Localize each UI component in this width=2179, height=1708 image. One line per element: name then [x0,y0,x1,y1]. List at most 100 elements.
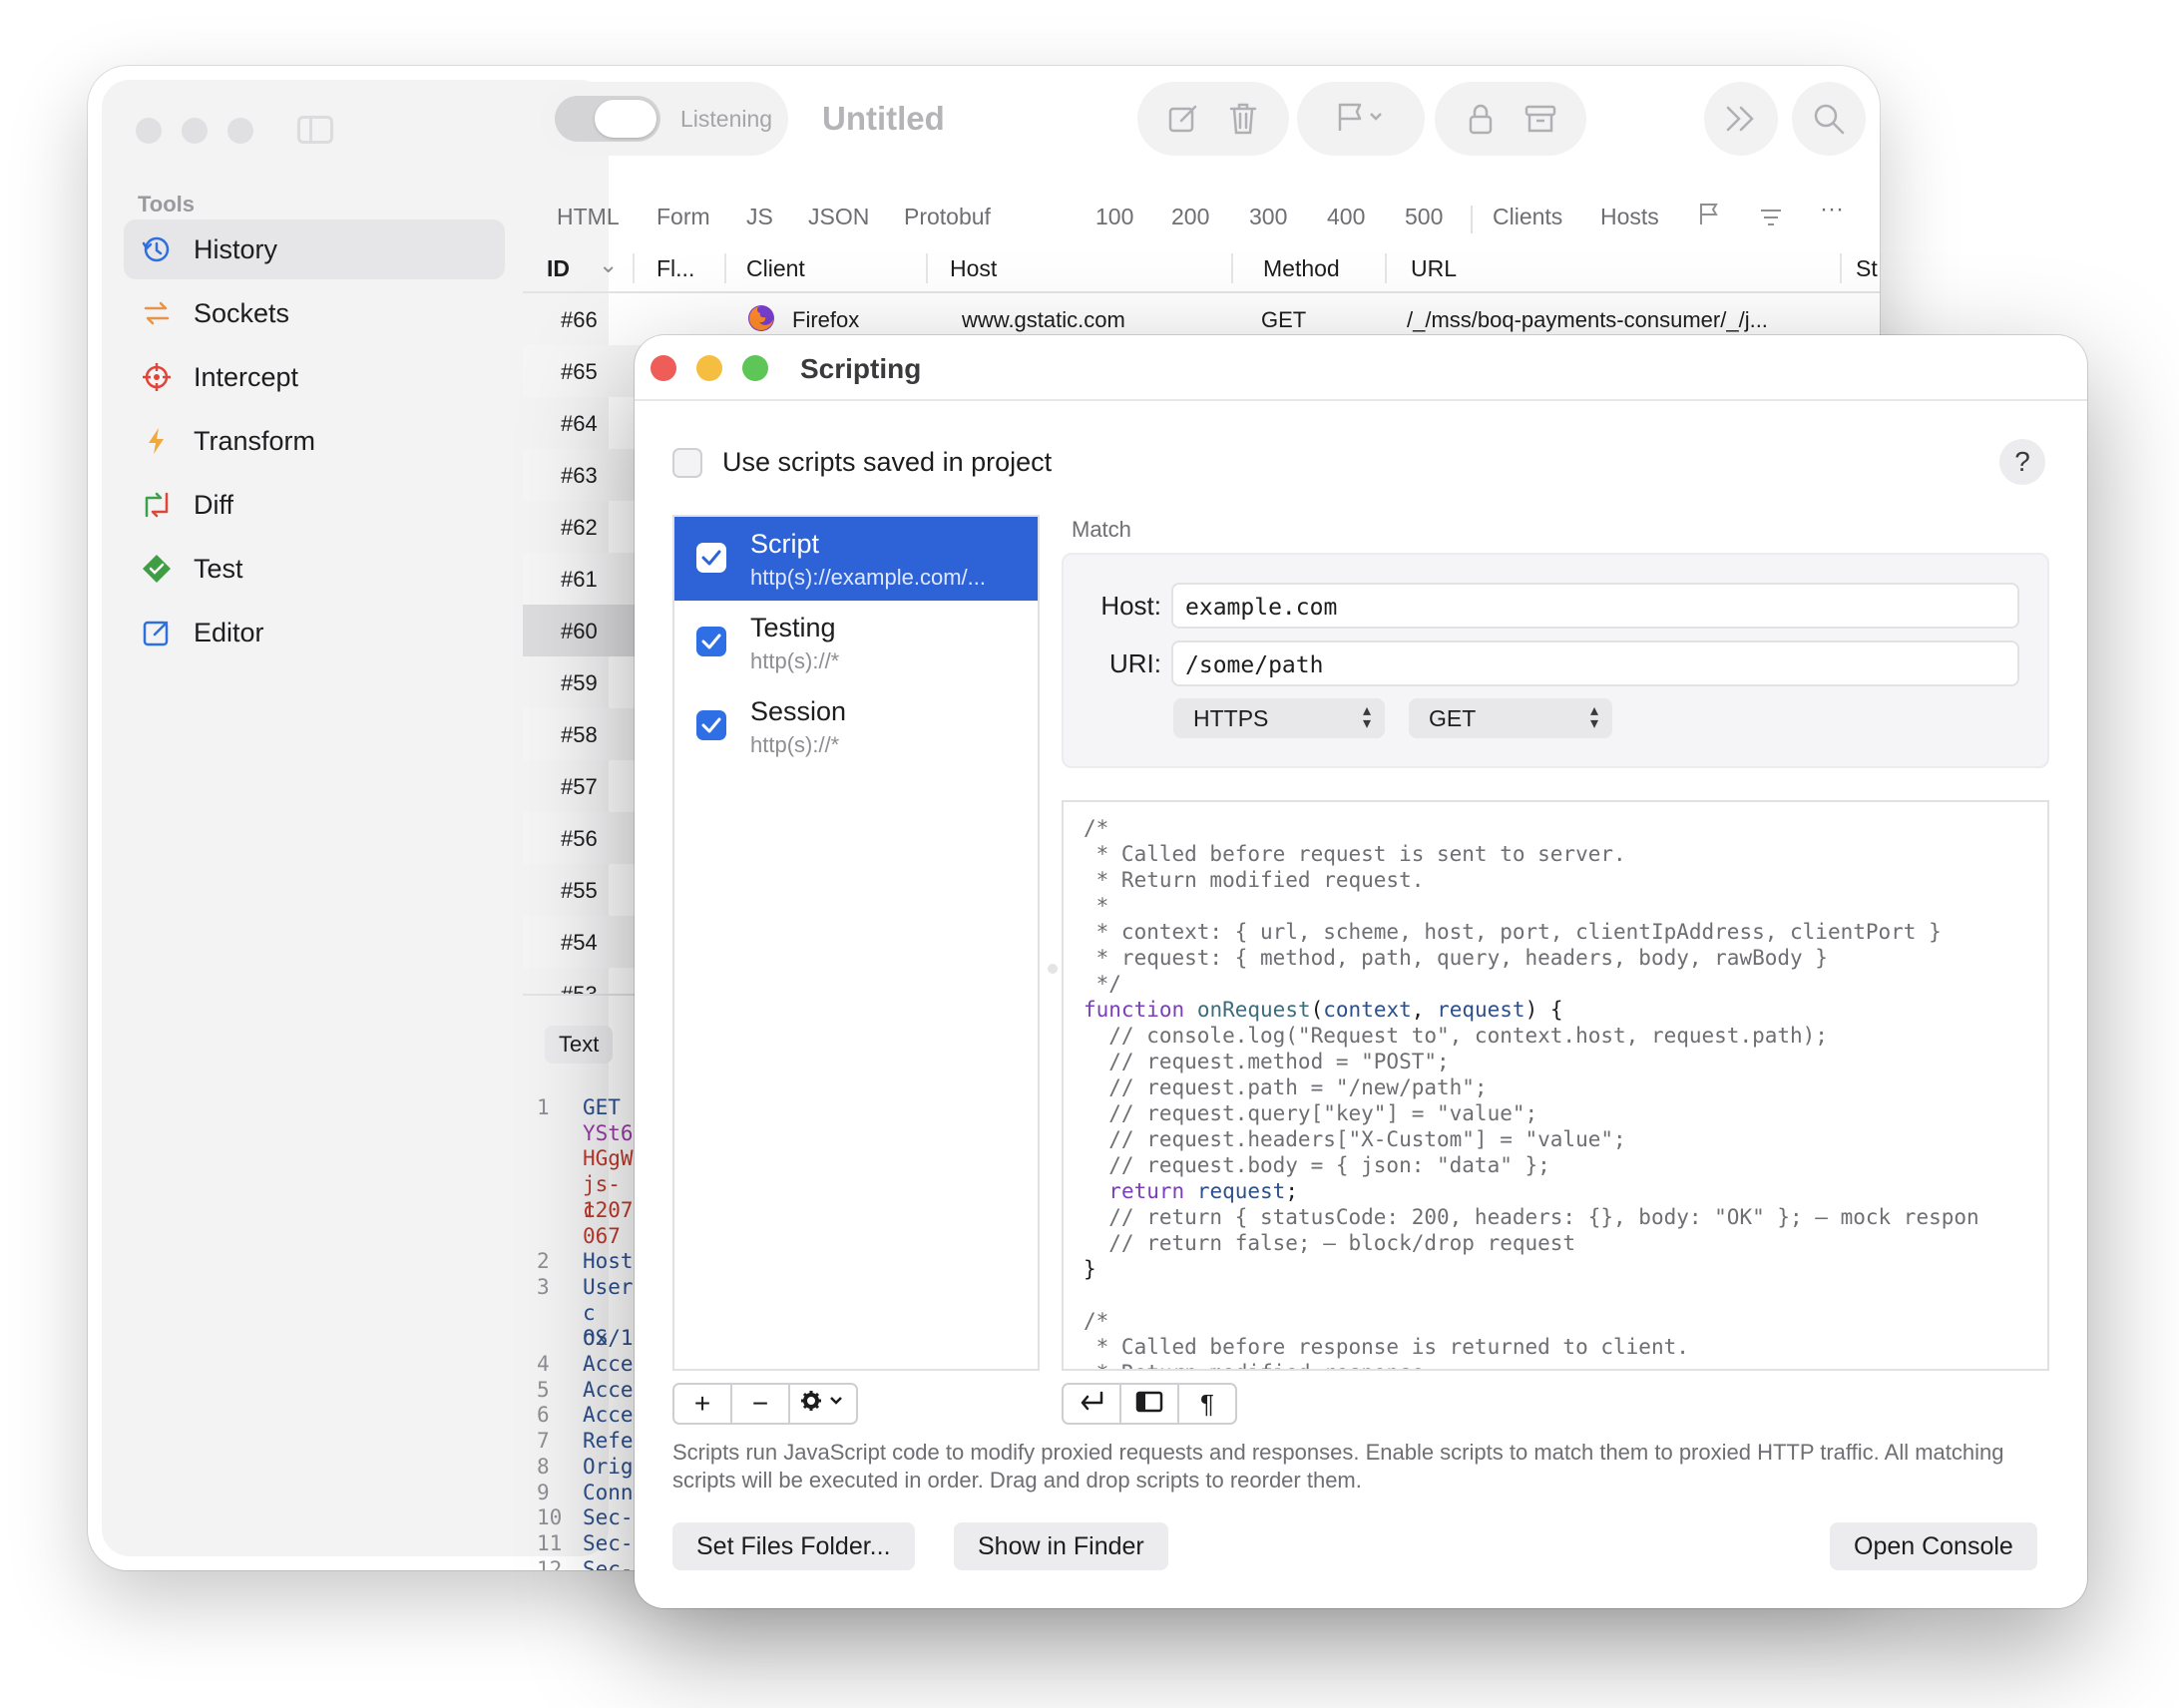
script-enabled-checkbox[interactable] [696,543,726,573]
filter-html[interactable]: HTML [557,204,620,230]
column-url[interactable]: URL [1411,255,1457,282]
script-list-toolbar: + − [672,1383,858,1425]
open-console-button[interactable]: Open Console [1830,1522,2037,1570]
uri-field[interactable]: /some/path [1171,640,2019,686]
raw-line-text: Sec- [583,1556,634,1570]
sidebar-item-diff[interactable]: Diff [124,475,505,535]
filter-form[interactable]: Form [656,204,710,230]
script-enabled-checkbox[interactable] [696,627,726,656]
filter-protobuf[interactable]: Protobuf [904,204,991,230]
sidebar-toggle-icon[interactable] [297,116,333,144]
trash-icon[interactable] [1213,89,1273,149]
use-project-scripts-checkbox[interactable] [672,447,702,478]
filter-hosts[interactable]: Hosts [1600,204,1659,230]
help-button[interactable]: ? [1999,439,2045,485]
script-list-item[interactable]: Script http(s)://example.com/... [674,517,1038,601]
filter-200[interactable]: 200 [1171,204,1209,230]
raw-line-text: ox/1 [583,1326,634,1351]
script-name: Script [750,529,820,559]
row-id: #60 [561,619,598,643]
zoom-button-inactive[interactable] [227,118,253,144]
show-invisibles-button[interactable]: ¶ [1179,1385,1235,1423]
column-status[interactable]: St [1856,255,1878,282]
use-project-scripts-label: Use scripts saved in project [722,447,1053,477]
code-line: * Called before request is sent to serve… [1084,842,1626,866]
script-url: http(s)://example.com/... [750,565,986,590]
script-enabled-checkbox[interactable] [696,710,726,740]
script-list: Script http(s)://example.com/... Testing… [672,515,1040,1371]
filter-json[interactable]: JSON [808,204,869,230]
code-line: /* [1084,1309,1109,1333]
archive-icon[interactable] [1511,89,1570,149]
filter-400[interactable]: 400 [1327,204,1365,230]
script-url: http(s)://* [750,648,840,673]
wrap-lines-button[interactable] [1064,1385,1121,1423]
script-list-item[interactable]: Session http(s)://* [674,684,1038,768]
line-number: 2 [537,1249,550,1274]
sidebar-item-intercept[interactable]: Intercept [124,347,505,407]
set-files-folder-button[interactable]: Set Files Folder... [672,1522,915,1570]
add-script-button[interactable]: + [674,1385,732,1423]
script-code-editor[interactable]: /* * Called before request is sent to se… [1062,800,2049,1371]
row-id: #57 [561,774,598,799]
filter-100[interactable]: 100 [1095,204,1133,230]
filter-js[interactable]: JS [746,204,773,230]
column-method[interactable]: Method [1263,255,1340,282]
row-id: #65 [561,359,598,384]
script-list-item[interactable]: Testing http(s)://* [674,601,1038,684]
filter-300[interactable]: 300 [1249,204,1287,230]
more-icon[interactable]: ··· [1820,196,1844,223]
close-button[interactable] [651,355,676,381]
sidebar-item-transform[interactable]: Transform [124,411,505,471]
flag-menu[interactable] [1297,82,1425,156]
sidebar-item-editor[interactable]: Editor [124,603,505,662]
forward-icon[interactable] [1704,82,1778,156]
filter-lines-icon[interactable] [1760,206,1782,232]
raw-line-text: Host [583,1249,634,1274]
sort-chevron-icon[interactable]: ⌄ [599,251,618,278]
host-field[interactable]: example.com [1171,583,2019,629]
split-view-handle[interactable] [1048,964,1058,974]
show-in-finder-button[interactable]: Show in Finder [954,1522,1168,1570]
dialog-title: Scripting [800,353,922,384]
line-number: 11 [537,1530,563,1555]
lock-archive-group [1435,82,1586,156]
raw-line-text: GET [583,1095,621,1119]
listening-toggle-group[interactable]: Listening [541,82,788,156]
remove-script-button[interactable]: − [732,1385,790,1423]
code-line: * Return modified request. [1084,868,1425,892]
search-icon[interactable] [1792,82,1866,156]
zoom-button[interactable] [742,355,768,381]
row-id: #61 [561,567,598,592]
sidebar-item-test[interactable]: Test [124,539,505,599]
code-line: // return { statusCode: 200, headers: {}… [1084,1205,1979,1229]
column-client[interactable]: Client [746,255,805,282]
minimize-button[interactable] [696,355,722,381]
text-tab[interactable]: Text [545,1026,614,1064]
lock-icon[interactable] [1451,89,1511,149]
minimize-button-inactive[interactable] [182,118,208,144]
raw-line-text: HGgW [583,1146,634,1171]
close-button-inactive[interactable] [136,118,162,144]
column-flag[interactable]: Fl... [656,255,694,282]
method-select[interactable]: GET ▴ ▾ [1409,698,1612,738]
line-number: 3 [537,1274,550,1299]
scheme-value: HTTPS [1193,704,1269,731]
code-line: function onRequest(context, request) { [1084,998,1563,1022]
gear-menu-button[interactable] [790,1385,856,1423]
column-host[interactable]: Host [950,255,997,282]
code-editor-toolbar: ¶ [1062,1383,1237,1425]
listening-switch[interactable] [555,96,660,142]
sidebar-item-sockets[interactable]: Sockets [124,283,505,343]
column-id[interactable]: ID [547,255,570,282]
use-project-scripts-row[interactable]: Use scripts saved in project [672,447,1052,478]
filter-flag-icon[interactable] [1698,202,1720,231]
editor-icon [140,616,174,649]
updown-chevron-icon: ▴ ▾ [1362,702,1371,732]
scheme-select[interactable]: HTTPS ▴ ▾ [1173,698,1385,738]
filter-500[interactable]: 500 [1405,204,1443,230]
code-line: } [1084,1257,1096,1281]
toggle-sidebar-button[interactable] [1121,1385,1179,1423]
filter-clients[interactable]: Clients [1493,204,1562,230]
compose-icon[interactable] [1153,89,1213,149]
